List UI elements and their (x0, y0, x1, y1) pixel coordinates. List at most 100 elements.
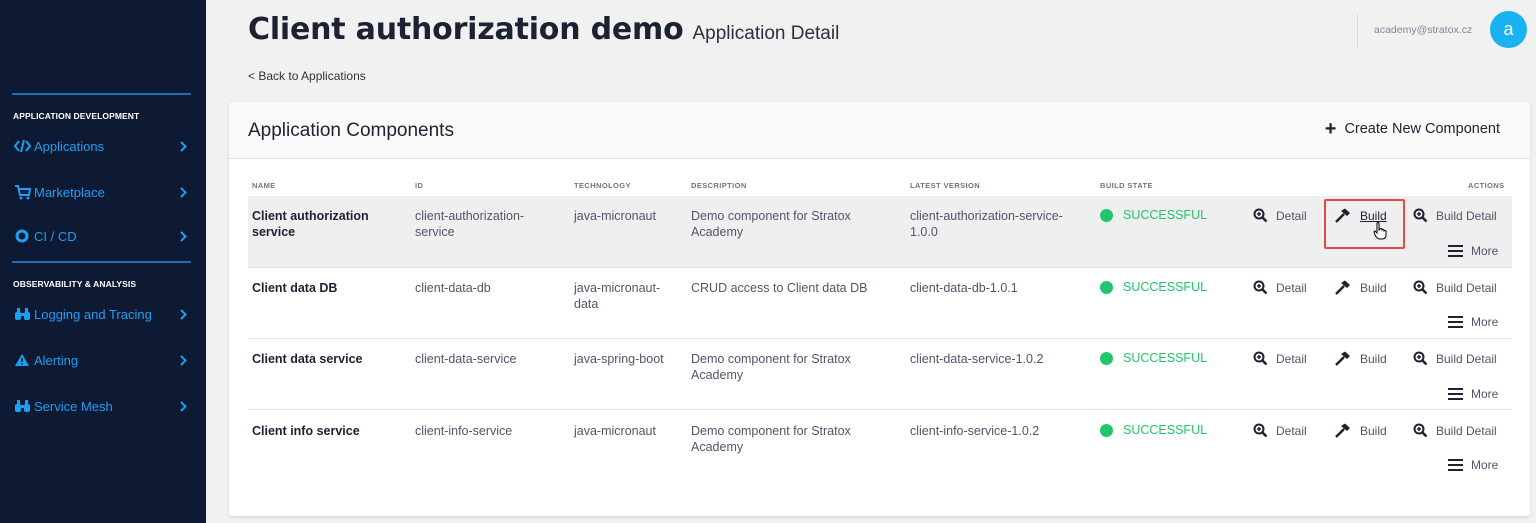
component-technology: java-spring-boot (574, 352, 664, 366)
component-latest-version: client-info-service-1.0.2 (910, 424, 1040, 438)
component-description: Demo component for Stratox Academy (691, 352, 851, 382)
avatar[interactable]: a (1490, 11, 1527, 48)
component-description: CRUD access to Client data DB (691, 281, 868, 295)
build-button[interactable]: Build (1334, 423, 1387, 438)
build-detail-button[interactable]: Build Detail (1413, 280, 1497, 295)
hammer-icon (1334, 423, 1352, 438)
menu-icon (1448, 245, 1463, 257)
hand-cursor-icon (1373, 222, 1387, 244)
component-name[interactable]: Client data DB (252, 280, 337, 296)
sidebar-item-logging[interactable]: Logging and Tracing (13, 303, 193, 325)
header-divider (1357, 14, 1358, 48)
hammer-icon (1334, 280, 1352, 295)
detail-button[interactable]: Detail (1253, 280, 1307, 295)
menu-icon (1448, 316, 1463, 328)
build-button[interactable]: Build (1334, 351, 1387, 366)
zoom-in-icon (1253, 351, 1268, 366)
more-button[interactable]: More (1448, 244, 1498, 258)
code-icon (13, 138, 31, 154)
component-name[interactable]: Client data service (252, 351, 362, 367)
detail-button[interactable]: Detail (1253, 351, 1307, 366)
more-button[interactable]: More (1448, 458, 1498, 472)
chevron-right-icon (180, 354, 187, 369)
binoculars-icon (13, 398, 31, 414)
zoom-in-icon (1253, 423, 1268, 438)
table-row[interactable] (248, 268, 1512, 339)
menu-icon (1448, 459, 1463, 471)
zoom-in-icon (1413, 423, 1428, 438)
more-button[interactable]: More (1448, 315, 1498, 329)
status-dot (1100, 280, 1113, 294)
component-description: Demo component for Stratox Academy (691, 209, 851, 239)
build-detail-button[interactable]: Build Detail (1413, 351, 1497, 366)
circle-icon (13, 228, 31, 244)
column-header-name: NAME (252, 181, 276, 190)
warning-icon (13, 352, 31, 368)
sidebar-item-service-mesh[interactable]: Service Mesh (13, 395, 193, 417)
status-dot (1100, 351, 1113, 365)
plus-icon: + (1324, 118, 1337, 140)
sidebar-section-app-dev: APPLICATION DEVELOPMENT (13, 111, 140, 121)
component-technology: java-micronaut-data (574, 281, 661, 311)
chevron-right-icon (180, 140, 187, 155)
component-latest-version: client-data-service-1.0.2 (910, 352, 1044, 366)
zoom-in-icon (1253, 208, 1268, 223)
back-to-applications-link[interactable]: < Back to Applications (248, 69, 366, 83)
menu-icon (1448, 388, 1463, 400)
table-row[interactable] (248, 339, 1512, 410)
component-latest-version: client-data-db-1.0.1 (910, 281, 1018, 295)
zoom-in-icon (1253, 280, 1268, 295)
create-new-component-button[interactable]: + Create New Component (1324, 118, 1500, 140)
column-header-description: DESCRIPTION (691, 181, 747, 190)
chevron-right-icon (180, 308, 187, 323)
zoom-in-icon (1413, 351, 1428, 366)
card-header: Application Components + Create New Comp… (229, 102, 1530, 159)
card-title: Application Components (248, 120, 454, 141)
status-dot (1100, 423, 1113, 437)
sidebar-item-marketplace[interactable]: Marketplace (13, 181, 193, 203)
build-highlight-box (1324, 199, 1405, 249)
column-header-build-state: BUILD STATE (1100, 181, 1153, 190)
sidebar-item-cicd[interactable]: CI / CD (13, 225, 193, 247)
component-technology: java-micronaut (574, 424, 656, 438)
sidebar-item-label: Alerting (34, 352, 79, 368)
sidebar-item-applications[interactable]: Applications (13, 135, 193, 157)
chevron-right-icon (180, 230, 187, 245)
sidebar-divider (12, 93, 191, 95)
column-header-technology: TECHNOLOGY (574, 181, 631, 190)
sidebar-item-alerting[interactable]: Alerting (13, 349, 193, 371)
status-badge: SUCCESSFUL (1100, 208, 1207, 222)
status-badge: SUCCESSFUL (1100, 423, 1207, 437)
sidebar: APPLICATION DEVELOPMENT Applications Mar… (0, 0, 206, 523)
page-title: Client authorization demo Application De… (248, 12, 839, 47)
component-id: client-data-service (415, 352, 517, 366)
build-detail-button[interactable]: Build Detail (1413, 208, 1497, 223)
zoom-in-icon (1413, 208, 1428, 223)
build-button[interactable]: Build (1334, 280, 1387, 295)
column-header-latest-version: LATEST VERSION (910, 181, 981, 190)
detail-button[interactable]: Detail (1253, 208, 1307, 223)
more-button[interactable]: More (1448, 387, 1498, 401)
component-name[interactable]: Client info service (252, 423, 360, 439)
component-description: Demo component for Stratox Academy (691, 424, 851, 454)
column-header-id: ID (415, 181, 424, 190)
table-row[interactable] (248, 410, 1512, 482)
sidebar-item-label: Marketplace (34, 184, 105, 200)
column-header-actions: ACTIONS (1468, 181, 1505, 190)
chevron-right-icon (180, 400, 187, 415)
component-latest-version: client-authorization-service- 1.0.0 (910, 209, 1063, 239)
sidebar-item-label: Logging and Tracing (34, 306, 152, 322)
cart-icon (13, 184, 31, 200)
component-id: client-authorization-service (415, 209, 525, 239)
zoom-in-icon (1413, 280, 1428, 295)
component-id: client-data-db (415, 281, 491, 295)
status-badge: SUCCESSFUL (1100, 351, 1207, 365)
app-title: Client authorization demo (248, 12, 684, 47)
sidebar-item-label: Service Mesh (34, 398, 113, 414)
create-new-component-label: Create New Component (1344, 121, 1500, 137)
user-email[interactable]: academy@stratox.cz (1374, 24, 1472, 36)
component-technology: java-micronaut (574, 209, 656, 223)
detail-button[interactable]: Detail (1253, 423, 1307, 438)
build-detail-button[interactable]: Build Detail (1413, 423, 1497, 438)
component-name[interactable]: Client authorization service (252, 208, 369, 240)
